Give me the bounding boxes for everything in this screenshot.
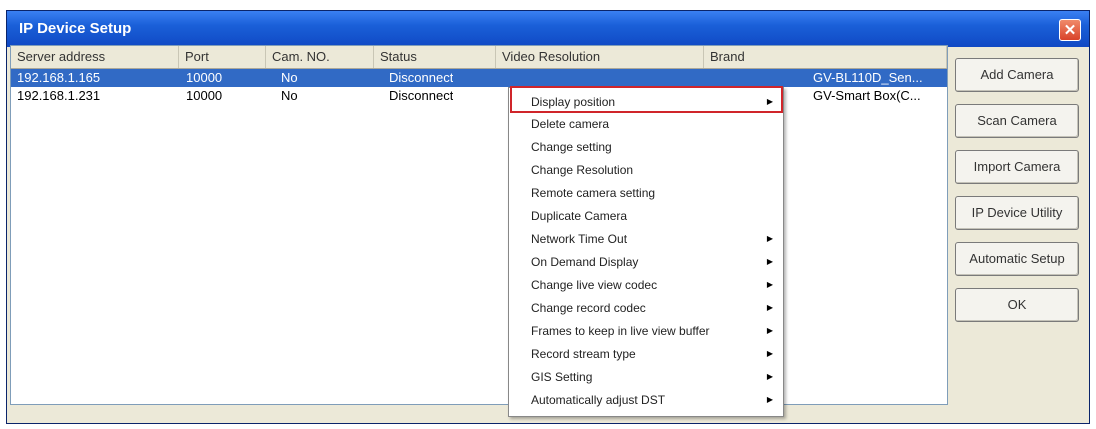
row-cam-no: No [281,88,298,103]
menu-item-network-time-out[interactable]: Network Time Out ▶ [531,228,781,250]
menu-item-change-record-codec[interactable]: Change record codec ▶ [531,297,781,319]
table-row[interactable]: 192.168.1.231 10000 No Disconnect GV-Sma… [11,87,947,105]
column-cam-no[interactable]: Cam. NO. [266,46,374,68]
column-video-resolution[interactable]: Video Resolution [496,46,704,68]
submenu-arrow-icon: ▶ [766,395,773,404]
menu-item-display-position[interactable]: Display position ▶ [531,91,781,113]
menu-item-frames-to-keep[interactable]: Frames to keep in live view buffer ▶ [531,320,781,342]
menu-item-remote-camera-setting[interactable]: Remote camera setting [531,182,781,204]
menu-item-label: Change record codec [531,301,646,315]
menu-item-label: Frames to keep in live view buffer [531,324,710,338]
row-status: Disconnect [389,88,454,103]
menu-item-label: Change live view codec [531,278,658,292]
add-camera-button[interactable]: Add Camera [955,58,1079,92]
menu-item-label: Remote camera setting [531,186,656,200]
row-port: 10000 [186,70,223,85]
row-port: 10000 [186,88,223,103]
submenu-arrow-icon: ▶ [766,280,773,289]
row-brand: GV-Smart Box(C... [813,88,921,103]
menu-item-record-stream-type[interactable]: Record stream type ▶ [531,343,781,365]
camera-list[interactable]: Server address Port Cam. NO. Status Vide… [10,45,948,405]
row-address: 192.168.1.231 [17,88,101,103]
menu-item-adjust-dst[interactable]: Automatically adjust DST ▶ [531,389,781,411]
menu-item-label: Display position [531,95,616,109]
menu-item-change-live-view-codec[interactable]: Change live view codec ▶ [531,274,781,296]
title-bar: IP Device Setup ✕ [7,11,1089,47]
menu-item-label: Automatically adjust DST [531,393,666,407]
menu-item-label: Record stream type [531,347,636,361]
menu-item-label: Change Resolution [531,163,634,177]
menu-item-label: Change setting [531,140,612,154]
submenu-arrow-icon: ▶ [766,303,773,312]
row-cam-no: No [281,70,298,85]
menu-item-on-demand-display[interactable]: On Demand Display ▶ [531,251,781,273]
menu-item-label: On Demand Display [531,255,639,269]
column-server-address[interactable]: Server address [11,46,179,68]
ok-button[interactable]: OK [955,288,1079,322]
import-camera-button[interactable]: Import Camera [955,150,1079,184]
row-address: 192.168.1.165 [17,70,101,85]
submenu-arrow-icon: ▶ [766,97,773,106]
ip-device-utility-button[interactable]: IP Device Utility [955,196,1079,230]
column-status[interactable]: Status [374,46,496,68]
automatic-setup-button[interactable]: Automatic Setup [955,242,1079,276]
column-brand[interactable]: Brand [704,46,947,68]
window-title: IP Device Setup [19,20,132,37]
menu-item-label: GIS Setting [531,370,593,384]
submenu-arrow-icon: ▶ [766,234,773,243]
context-menu: Display position ▶ Delete camera Change s… [508,87,784,417]
table-row[interactable]: 192.168.1.165 10000 No Disconnect GV-BL1… [11,69,947,87]
list-header: Server address Port Cam. NO. Status Vide… [11,46,947,69]
menu-item-gis-setting[interactable]: GIS Setting ▶ [531,366,781,388]
row-brand: GV-BL110D_Sen... [813,70,923,85]
submenu-arrow-icon: ▶ [766,326,773,335]
menu-item-duplicate-camera[interactable]: Duplicate Camera [531,205,781,227]
menu-item-label: Duplicate Camera [531,209,628,223]
submenu-arrow-icon: ▶ [766,349,773,358]
submenu-arrow-icon: ▶ [766,372,773,381]
close-icon[interactable]: ✕ [1059,19,1081,41]
menu-item-change-setting[interactable]: Change setting [531,136,781,158]
scan-camera-button[interactable]: Scan Camera [955,104,1079,138]
submenu-arrow-icon: ▶ [766,257,773,266]
column-port[interactable]: Port [179,46,266,68]
menu-item-label: Delete camera [531,117,610,131]
menu-item-delete-camera[interactable]: Delete camera [531,113,781,135]
menu-item-label: Network Time Out [531,232,628,246]
row-status: Disconnect [389,70,454,85]
menu-item-change-resolution[interactable]: Change Resolution [531,159,781,181]
